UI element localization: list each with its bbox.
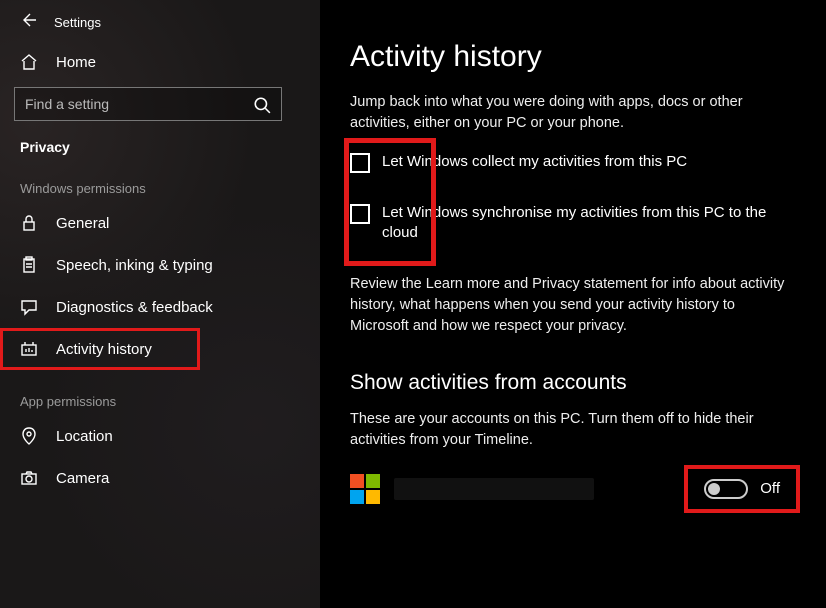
- review-text: Review the Learn more and Privacy statem…: [350, 274, 790, 337]
- account-toggle[interactable]: Off: [688, 469, 796, 509]
- microsoft-logo-icon: [350, 474, 380, 504]
- section-header-windows-permissions: Windows permissions: [0, 171, 320, 202]
- accounts-description: These are your accounts on this PC. Turn…: [350, 409, 790, 451]
- lock-icon: [20, 214, 38, 232]
- search-field[interactable]: [25, 96, 253, 112]
- feedback-icon: [20, 298, 38, 316]
- search-input[interactable]: [14, 87, 282, 121]
- checkbox-icon[interactable]: [350, 153, 370, 173]
- account-name: [394, 478, 594, 500]
- sidebar-item-camera[interactable]: Camera: [0, 457, 320, 499]
- home-icon: [20, 53, 38, 71]
- sidebar-item-location[interactable]: Location: [0, 415, 320, 457]
- title-bar: Settings: [0, 0, 320, 41]
- current-section: Privacy: [0, 131, 320, 171]
- sidebar-item-speech[interactable]: Speech, inking & typing: [0, 244, 320, 286]
- clipboard-icon: [20, 256, 38, 274]
- activity-checkboxes: Let Windows collect my activities from t…: [350, 152, 796, 244]
- location-icon: [20, 427, 38, 445]
- sidebar-item-label: Speech, inking & typing: [56, 257, 213, 274]
- sidebar-item-diagnostics[interactable]: Diagnostics & feedback: [0, 286, 320, 328]
- page-description: Jump back into what you were doing with …: [350, 92, 790, 134]
- activity-history-icon: [20, 340, 38, 358]
- sidebar: Settings Home Privacy Windows permission…: [0, 0, 320, 608]
- back-icon[interactable]: [20, 12, 36, 33]
- toggle-switch[interactable]: [704, 479, 748, 499]
- sidebar-item-label: Diagnostics & feedback: [56, 299, 213, 316]
- sidebar-item-label: Location: [56, 428, 113, 445]
- checkbox-collect[interactable]: Let Windows collect my activities from t…: [350, 152, 780, 173]
- search-icon: [253, 96, 271, 112]
- home-label: Home: [56, 54, 96, 71]
- sidebar-item-general[interactable]: General: [0, 202, 320, 244]
- sidebar-item-label: Activity history: [56, 341, 152, 358]
- page-title: Activity history: [350, 40, 796, 74]
- camera-icon: [20, 469, 38, 487]
- checkbox-label: Let Windows collect my activities from t…: [382, 152, 687, 172]
- account-row: Off: [350, 469, 796, 509]
- window-title: Settings: [54, 15, 101, 30]
- sidebar-item-activity-history[interactable]: Activity history: [0, 328, 200, 370]
- checkbox-icon[interactable]: [350, 204, 370, 224]
- toggle-state-label: Off: [760, 480, 780, 497]
- checkbox-sync[interactable]: Let Windows synchronise my activities fr…: [350, 203, 780, 244]
- sidebar-item-label: General: [56, 215, 109, 232]
- accounts-heading: Show activities from accounts: [350, 371, 796, 395]
- section-header-app-permissions: App permissions: [0, 384, 320, 415]
- sidebar-item-label: Camera: [56, 470, 109, 487]
- checkbox-label: Let Windows synchronise my activities fr…: [382, 203, 780, 244]
- sidebar-item-home[interactable]: Home: [0, 41, 320, 83]
- main-content: Activity history Jump back into what you…: [320, 0, 826, 608]
